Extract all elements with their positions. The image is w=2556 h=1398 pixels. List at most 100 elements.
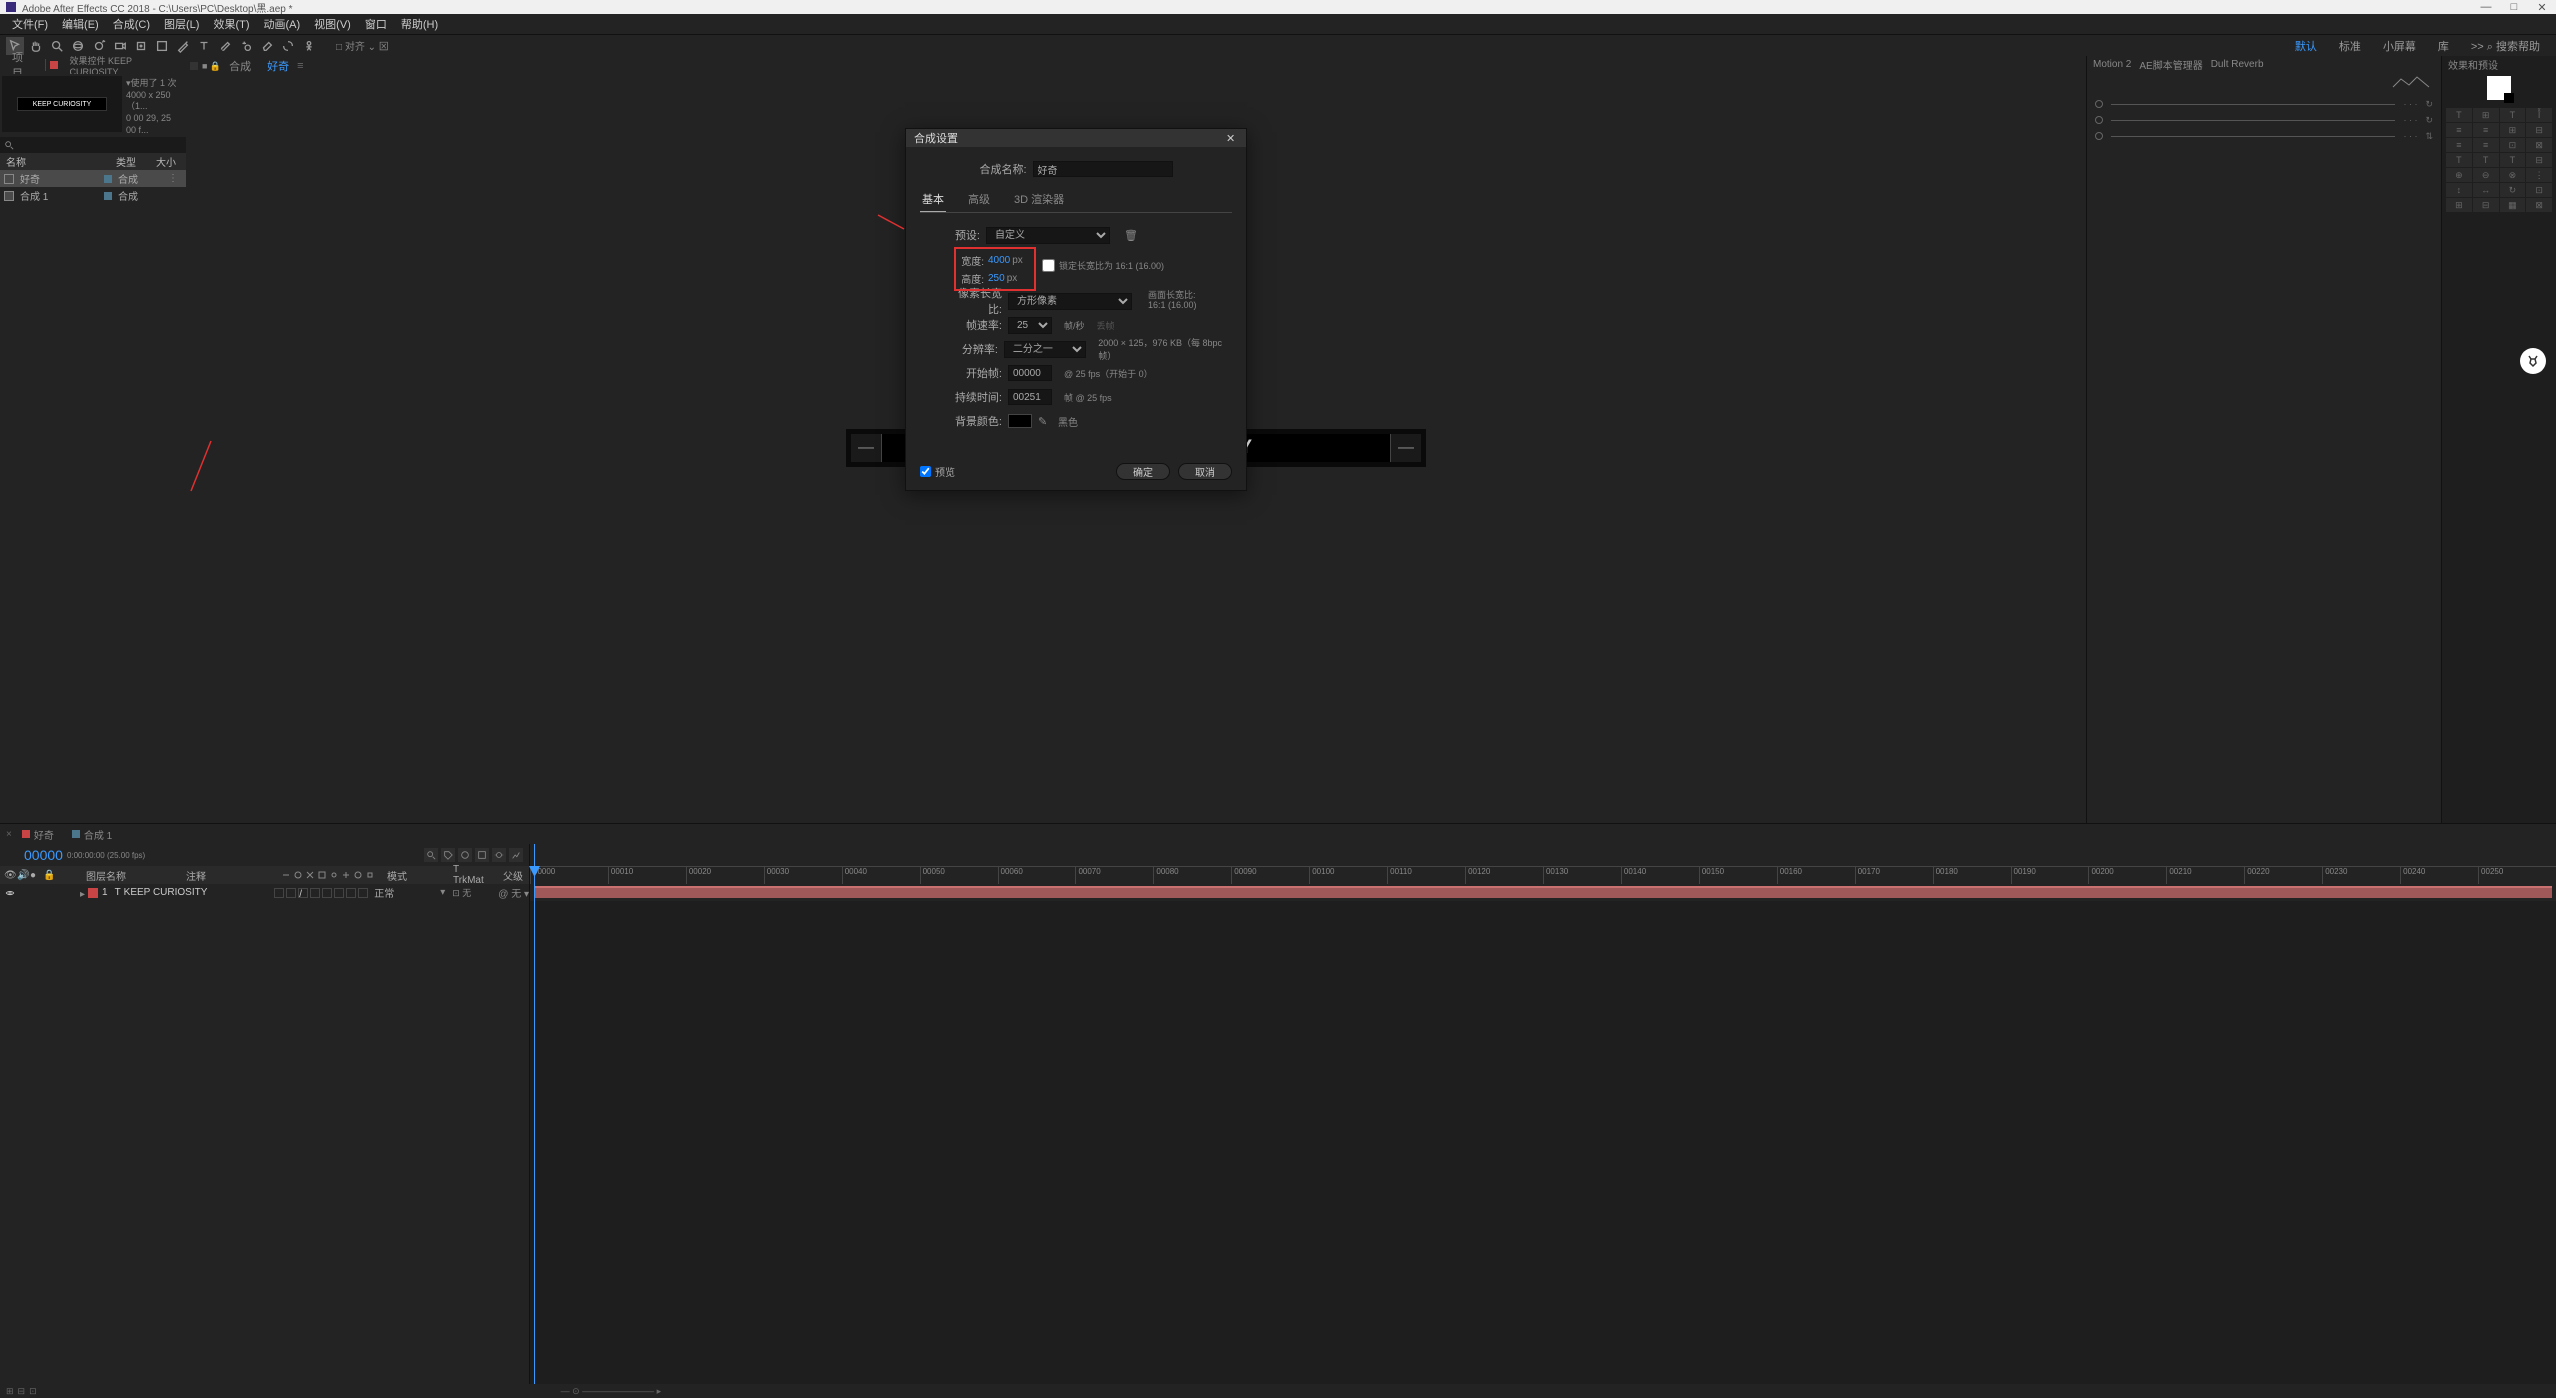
type-tool[interactable] [195, 37, 213, 55]
playhead[interactable] [534, 844, 535, 1384]
menu-edit[interactable]: 编辑(E) [56, 16, 105, 32]
zoom-tool[interactable] [48, 37, 66, 55]
timeline-right[interactable]: 0000000010000200003000040000500006000070… [530, 844, 2556, 1384]
hdr-mode[interactable]: 模式 [381, 868, 447, 883]
shy-icon[interactable] [458, 848, 472, 862]
close-button[interactable]: ✕ [2528, 1, 2556, 14]
tag-icon[interactable] [441, 848, 455, 862]
dialog-close-button[interactable]: ✕ [1226, 132, 1238, 144]
tab-effects[interactable]: 效果和预设 [2448, 57, 2498, 72]
project-thumbnail[interactable]: KEEP CURIOSITY [2, 76, 122, 132]
col-type[interactable]: 类型 [110, 154, 150, 169]
workspace-standard[interactable]: 标准 [2329, 38, 2371, 54]
project-item[interactable]: 合成 1 合成 [0, 187, 186, 204]
eyedropper-icon[interactable]: ✎ [1038, 415, 1052, 428]
toggle-icon[interactable]: ⊡ [29, 1386, 37, 1397]
menu-view[interactable]: 视图(V) [308, 16, 357, 32]
minimize-button[interactable]: — [2472, 1, 2500, 14]
orbit-tool[interactable] [69, 37, 87, 55]
width-input[interactable]: 4000 [988, 255, 1010, 266]
eraser-tool[interactable] [258, 37, 276, 55]
preset-select[interactable]: 自定义 [986, 227, 1110, 244]
timeline-tab[interactable]: 好奇 [14, 827, 62, 842]
cancel-button[interactable]: 取消 [1178, 463, 1232, 480]
dur-input[interactable] [1008, 389, 1052, 405]
workspace-default[interactable]: 默认 [2285, 38, 2327, 54]
menu-window[interactable]: 窗口 [359, 16, 393, 32]
hdr-trk[interactable]: T TrkMat [447, 864, 497, 886]
timeline-tab[interactable]: 合成 1 [64, 827, 120, 842]
visibility-toggle[interactable] [4, 887, 15, 898]
project-cols: 名称 类型 大小 [0, 153, 186, 170]
menu-layer[interactable]: 图层(L) [158, 16, 205, 32]
tab-motion2[interactable]: Motion 2 [2093, 59, 2131, 70]
layer-switch[interactable] [274, 888, 284, 898]
lock-aspect-checkbox[interactable] [1042, 259, 1055, 272]
roto-tool[interactable] [279, 37, 297, 55]
hdr-parent[interactable]: 父级 [497, 868, 529, 883]
fps-select[interactable]: 25 [1008, 317, 1052, 334]
rotate-tool[interactable] [90, 37, 108, 55]
camera-tool[interactable] [111, 37, 129, 55]
dialog-titlebar[interactable]: 合成设置 ✕ [906, 129, 1246, 147]
motion-blur-icon[interactable] [492, 848, 506, 862]
layer-bar[interactable] [534, 886, 2552, 898]
col-name[interactable]: 名称 [0, 154, 96, 169]
sliders-group: · · ·↻ · · ·↻ · · ·⇅ [2087, 92, 2441, 152]
expand-icon[interactable]: ▸ [80, 889, 88, 897]
fill-stroke-swatch[interactable] [2487, 76, 2511, 100]
bg-label: 背景颜色: [946, 413, 1002, 429]
tab-scripts[interactable]: AE脚本管理器 [2139, 57, 2202, 72]
project-header: KEEP CURIOSITY ▾使用了 1 次 4000 x 250（1... … [0, 74, 186, 137]
height-input[interactable]: 250 [988, 273, 1005, 284]
menu-help[interactable]: 帮助(H) [395, 16, 444, 32]
tab-3d[interactable]: 3D 渲染器 [1012, 187, 1066, 212]
frame-blend-icon[interactable] [475, 848, 489, 862]
project-item[interactable]: 好奇 合成 ⋮ [0, 170, 186, 187]
search-icon[interactable] [424, 848, 438, 862]
current-time[interactable]: 00000 [24, 847, 63, 863]
layer-row[interactable]: ▸ 1 T KEEP CURIOSITY / 正常 ▾ ⊡ 无 [0, 884, 529, 901]
toggle-icon[interactable]: ⊟ [18, 1386, 26, 1397]
res-select[interactable]: 二分之一 [1004, 341, 1086, 358]
project-search[interactable] [0, 137, 186, 153]
pan-behind-tool[interactable] [132, 37, 150, 55]
puppet-tool[interactable] [300, 37, 318, 55]
workspace-more[interactable]: >> ⌕ 搜索帮助 [2461, 38, 2550, 54]
comp-name-input[interactable] [1033, 161, 1173, 177]
brush-tool[interactable] [216, 37, 234, 55]
workspace-small[interactable]: 小屏幕 [2373, 38, 2426, 54]
workspace-lib[interactable]: 库 [2428, 38, 2459, 54]
ok-button[interactable]: 确定 [1116, 463, 1170, 480]
layer-color[interactable] [88, 888, 98, 898]
hdr-comment[interactable]: 注释 [180, 868, 260, 883]
char-cell[interactable]: T [2446, 108, 2472, 122]
graph-icon[interactable] [509, 848, 523, 862]
toggle-icon[interactable]: ⊞ [6, 1386, 14, 1397]
time-ruler[interactable]: 0000000010000200003000040000500006000070… [530, 844, 2556, 884]
hdr-name[interactable]: 图层名称 [80, 868, 180, 883]
menu-file[interactable]: 文件(F) [6, 16, 54, 32]
menu-effect[interactable]: 效果(T) [207, 16, 255, 32]
par-select[interactable]: 方形像素 [1008, 293, 1132, 310]
clone-tool[interactable] [237, 37, 255, 55]
tab-basic[interactable]: 基本 [920, 187, 946, 212]
pen-tool[interactable] [174, 37, 192, 55]
col-size[interactable]: 大小 [150, 154, 182, 169]
frame-aspect-val: 16:1 (16.00) [1148, 301, 1197, 311]
tab-dult[interactable]: Dult Reverb [2211, 59, 2264, 70]
layer-name[interactable]: KEEP CURIOSITY [124, 887, 208, 898]
tab-advanced[interactable]: 高级 [966, 187, 992, 212]
shape-tool[interactable] [153, 37, 171, 55]
trash-preset-icon[interactable]: 🗑 [1124, 229, 1138, 242]
menu-comp[interactable]: 合成(C) [107, 16, 156, 32]
maximize-button[interactable]: □ [2500, 1, 2528, 14]
deer-floating-icon[interactable] [2520, 348, 2546, 374]
preview-checkbox[interactable] [920, 466, 931, 477]
blend-mode[interactable]: 正常 [374, 885, 440, 900]
menu-anim[interactable]: 动画(A) [258, 16, 307, 32]
start-input[interactable] [1008, 365, 1052, 381]
bg-color-swatch[interactable] [1008, 414, 1032, 428]
viewer-tab[interactable]: 合成 [221, 58, 259, 74]
viewer-tab-active[interactable]: 好奇 [259, 58, 297, 74]
